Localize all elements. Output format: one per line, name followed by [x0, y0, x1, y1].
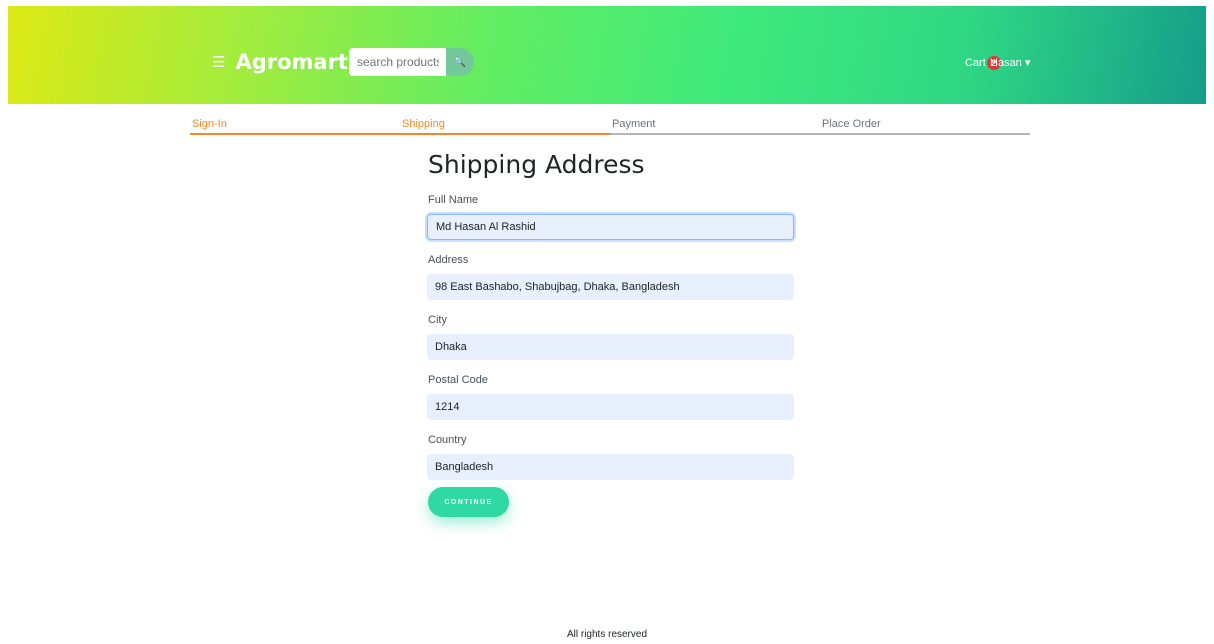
address-label: Address [428, 254, 469, 266]
brand[interactable]: ☰ Agromart [212, 50, 348, 74]
country-label: Country [428, 434, 467, 446]
checkout-steps: Sign-In Shipping Payment Place Order [190, 118, 1030, 135]
cart-label: Cart [965, 57, 986, 69]
city-field[interactable] [427, 334, 794, 360]
city-label: City [428, 314, 447, 326]
full-name-label: Full Name [428, 194, 479, 206]
top-navbar: ☰ Agromart 🔍 Cart2 Hasan ▾ [8, 6, 1206, 104]
step-shipping: Shipping [400, 118, 610, 135]
country-field[interactable] [427, 454, 794, 480]
page-title: Shipping Address [428, 150, 645, 179]
step-place-order: Place Order [820, 118, 1030, 135]
address-field[interactable] [427, 274, 794, 300]
chevron-down-icon: ▾ [1024, 57, 1031, 69]
continue-button[interactable]: CONTINUE [428, 487, 509, 517]
search-icon: 🔍 [453, 56, 467, 68]
search-button[interactable]: 🔍 [446, 48, 474, 76]
search-input[interactable] [349, 48, 447, 76]
postal-code-label: Postal Code [428, 374, 488, 386]
postal-code-field[interactable] [427, 394, 794, 420]
user-menu-dropdown[interactable]: Hasan ▾ [990, 56, 1030, 69]
step-sign-in: Sign-In [190, 118, 400, 135]
step-payment: Payment [610, 118, 820, 135]
search-bar: 🔍 [349, 48, 474, 76]
brand-name[interactable]: Agromart [235, 50, 348, 74]
footer-text: All rights reserved [566, 629, 648, 640]
full-name-field[interactable] [427, 214, 794, 240]
user-name: Hasan [990, 57, 1022, 69]
hamburger-menu-icon[interactable]: ☰ [212, 53, 225, 71]
